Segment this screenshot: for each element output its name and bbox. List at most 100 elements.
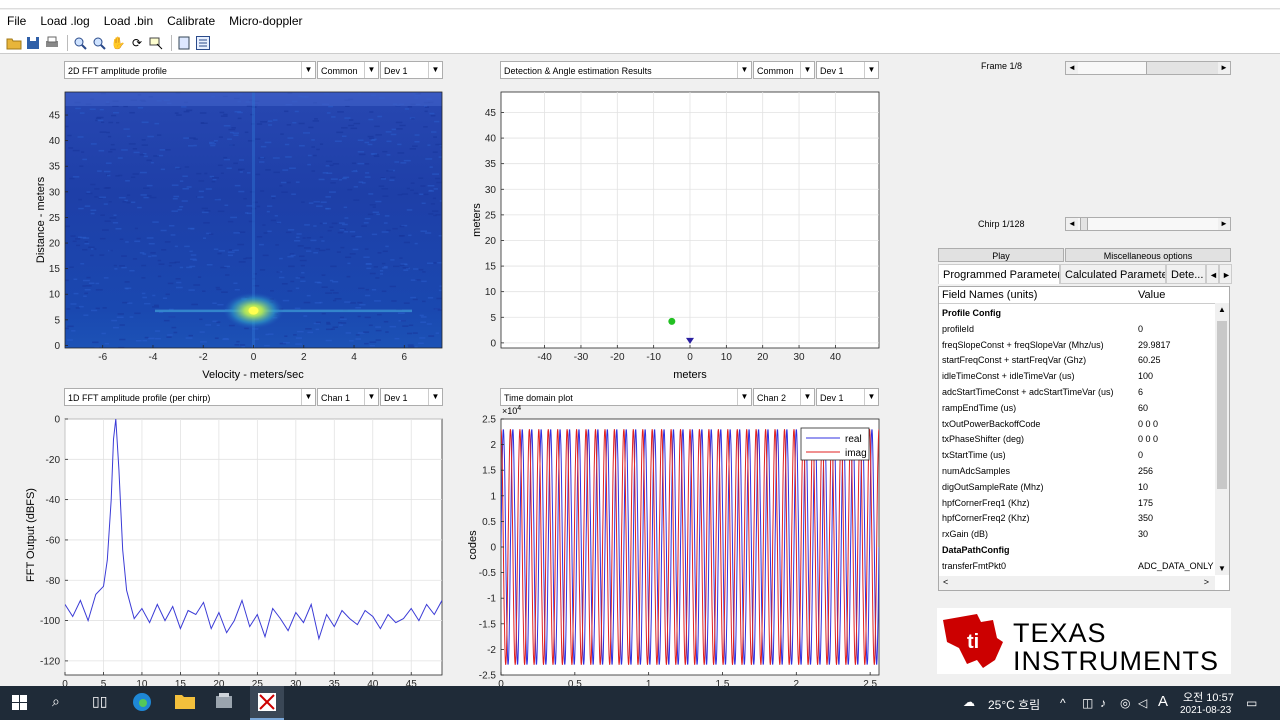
chevron-right-icon[interactable]: ► <box>1218 62 1230 74</box>
notification-icon[interactable]: ▭ <box>1246 696 1257 710</box>
y-tick-label: -1 <box>487 594 496 605</box>
tab-programmed-parameters[interactable]: Programmed Parameters <box>938 264 1060 284</box>
table-row[interactable]: freqSlopeConst + freqSlopeVar (Mhz/us) 29… <box>939 337 1215 353</box>
fft-line-plot[interactable]: 0 5 10 15 20 25 30 35 40 450-20-40-60-80-100-120 … <box>25 415 443 691</box>
heatmap-plot[interactable]: -6 -4 -2 0 2 4 6 0 5 10 15 20 25 30 35 40 45 Velocity - … <box>35 91 446 381</box>
heatmap-noise-cell <box>275 244 279 246</box>
app-icon[interactable] <box>214 692 234 713</box>
heatmap-noise-cell <box>420 321 427 323</box>
chevron-right-icon[interactable]: ► <box>1218 218 1230 230</box>
search-icon[interactable]: ⌕ <box>52 693 60 710</box>
file-explorer-icon[interactable] <box>174 692 196 713</box>
heatmap-noise-cell <box>256 205 261 208</box>
windows-start-icon[interactable] <box>12 695 28 714</box>
sound-icon[interactable]: ◁ <box>1138 696 1147 710</box>
tab-scroll-right-icon[interactable]: ► <box>1219 264 1232 284</box>
heatmap-noise-cell <box>308 202 314 204</box>
table-row[interactable]: idleTimeConst + idleTimeVar (us) 100 <box>939 368 1215 384</box>
scrollbar-thumb[interactable] <box>1217 321 1227 489</box>
table-row[interactable]: txPhaseShifter (deg) 0 0 0 <box>939 431 1215 447</box>
heatmap-noise-cell <box>146 237 154 239</box>
table-row[interactable]: startFreqConst + startFreqVar (Ghz) 60.25 <box>939 352 1215 368</box>
chirp-slider[interactable]: ◄ ► <box>1065 217 1231 231</box>
heatmap-noise-cell <box>90 309 98 312</box>
heatmap-noise-cell <box>327 229 332 232</box>
network-icon[interactable]: ◫ <box>1082 696 1093 710</box>
heatmap-noise-cell <box>140 194 147 196</box>
frame-slider[interactable]: ◄ ► <box>1065 61 1231 75</box>
weather-cloud-icon[interactable]: ☁ <box>963 695 975 709</box>
heatmap-noise-cell <box>182 175 188 177</box>
clock-date[interactable]: 2021-08-23 <box>1180 705 1231 716</box>
heatmap-noise-cell <box>325 292 333 294</box>
edge-browser-icon[interactable] <box>132 692 152 715</box>
heatmap-noise-cell <box>141 121 149 124</box>
time-legend[interactable]: real imag <box>800 427 870 461</box>
table-row[interactable]: txOutPowerBackoffCode 0 0 0 <box>939 416 1215 432</box>
misc-options-button[interactable]: Miscellaneous options <box>1065 248 1231 262</box>
scatter-plot[interactable]: -40 -30 -20 -10 0 10 20 30 40051015202530354045 … <box>471 91 880 381</box>
chevron-up-icon[interactable]: ^ <box>1060 696 1066 710</box>
volume-icon[interactable]: ♪ <box>1100 696 1106 710</box>
y-tick-label: 1 <box>490 491 496 502</box>
tab-scroll-left-icon[interactable]: ◄ <box>1206 264 1219 284</box>
fft-y-axis-label: FFT Output (dBFS) <box>25 488 37 582</box>
table-row[interactable]: rxGain (dB) 30 <box>939 526 1215 542</box>
x-tick-label: 40 <box>830 352 842 363</box>
table-vertical-scrollbar[interactable]: ▲ ▼ <box>1215 303 1229 575</box>
heatmap-noise-cell <box>203 222 210 224</box>
table-row[interactable]: digOutSampleRate (Mhz) 10 <box>939 479 1215 495</box>
tab-calculated-parameters[interactable]: Calculated Parameters <box>1060 264 1166 284</box>
heatmap-noise-cell <box>381 188 389 190</box>
table-row[interactable]: transferFmtPkt0 ADC_DATA_ONLY <box>939 558 1215 574</box>
heatmap-noise-cell <box>414 134 420 136</box>
heatmap-noise-cell <box>430 131 437 133</box>
weather-text[interactable]: 25°C 흐림 <box>988 696 1040 713</box>
clock-time[interactable]: 오전 10:57 <box>1183 689 1234 705</box>
table-row[interactable]: hpfCornerFreq1 (Khz) 175 <box>939 495 1215 511</box>
frame-slider-thumb[interactable] <box>1146 62 1226 74</box>
heatmap-noise-cell <box>199 318 203 321</box>
time-domain-plot[interactable]: 0 0.5 1 1.5 2 2.5-2.5-2-1.5-1-0.500.511.522.5… <box>467 405 880 690</box>
heatmap-noise-cell <box>330 265 337 268</box>
heatmap-noise-cell <box>137 206 142 209</box>
tab-detection[interactable]: Dete... <box>1166 264 1206 284</box>
table-row[interactable]: hpfCornerFreq2 (Khz) 350 <box>939 510 1215 526</box>
table-horizontal-scrollbar[interactable]: < > <box>939 576 1215 590</box>
task-view-icon[interactable]: ▯▯ <box>92 693 107 710</box>
table-row[interactable]: numAdcSamples 256 <box>939 463 1215 479</box>
heatmap-noise-cell <box>168 316 176 318</box>
heatmap-noise-cell <box>389 179 395 181</box>
table-row[interactable]: txStartTime (us) 0 <box>939 447 1215 463</box>
table-row[interactable]: adcStartTimeConst + adcStartTimeVar (us)… <box>939 384 1215 400</box>
taskbar-active-app[interactable] <box>250 686 284 720</box>
heatmap-noise-cell <box>161 249 167 251</box>
globe-icon[interactable]: ◎ <box>1120 696 1130 710</box>
heatmap-noise-cell <box>334 298 342 300</box>
parameter-table[interactable]: Field Names (units) Value Profile Config… <box>938 286 1230 591</box>
chevron-up-icon[interactable]: ▲ <box>1218 305 1226 314</box>
chevron-left-icon[interactable]: ◄ <box>1066 62 1078 74</box>
heatmap-noise-cell <box>406 187 410 190</box>
heatmap-noise-cell <box>313 201 320 203</box>
heatmap-noise-cell <box>154 304 159 307</box>
heatmap-noise-cell <box>319 222 323 225</box>
play-button[interactable]: Play <box>938 248 1064 262</box>
chevron-left-icon[interactable]: ◄ <box>1066 218 1078 230</box>
ime-indicator[interactable]: A <box>1158 693 1168 710</box>
heatmap-noise-cell <box>295 181 300 183</box>
table-section-row[interactable]: DataPathConfig <box>939 542 1215 558</box>
chevron-right-icon[interactable]: > <box>1204 577 1209 587</box>
chevron-left-icon[interactable]: < <box>943 577 948 587</box>
heatmap-noise-cell <box>80 263 85 265</box>
heatmap-noise-cell <box>104 220 111 222</box>
chirp-slider-thumb[interactable] <box>1080 218 1088 230</box>
heatmap-noise-cell <box>321 274 326 276</box>
table-row[interactable]: rampEndTime (us) 60 <box>939 400 1215 416</box>
chevron-down-icon[interactable]: ▼ <box>1218 564 1226 573</box>
heatmap-noise-cell <box>74 238 81 240</box>
table-section-row[interactable]: Profile Config <box>939 305 1215 321</box>
heatmap-noise-cell <box>143 187 150 190</box>
heatmap-noise-cell <box>101 121 105 124</box>
table-row[interactable]: profileId 0 <box>939 321 1215 337</box>
